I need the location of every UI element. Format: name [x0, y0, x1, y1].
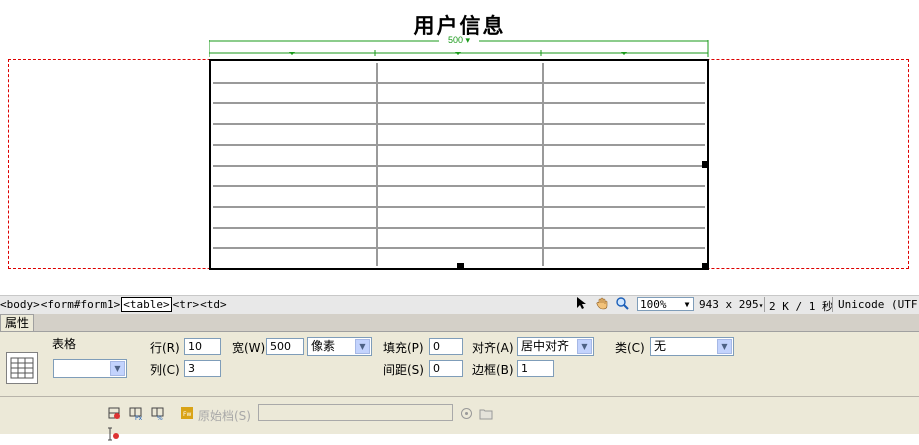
align-label: 对齐(A) [472, 341, 514, 355]
window-size-value: 943 x 295 [699, 298, 759, 311]
object-type-label: 表格 [52, 337, 77, 351]
svg-text:%: % [157, 415, 163, 420]
design-table[interactable] [209, 59, 709, 270]
class-value: 无 [654, 339, 667, 353]
table-column-divider [376, 63, 378, 266]
table-row-divider [213, 165, 705, 167]
table-id-select[interactable]: ▼ [53, 359, 127, 378]
convert-widths-to-pixels-icon[interactable]: Px [129, 406, 143, 422]
width-input[interactable]: 500 [266, 338, 304, 355]
resize-handle-bottom[interactable] [457, 263, 464, 270]
window-size[interactable]: 943 x 295▾ [699, 298, 763, 311]
table-row-divider [213, 102, 705, 104]
border-label: 边框(B) [472, 363, 514, 377]
separator [764, 297, 765, 312]
table-row-divider [213, 123, 705, 125]
class-select[interactable]: 无 ▼ [650, 337, 734, 356]
tag-form[interactable]: <form#form1> [41, 298, 120, 311]
chevron-down-icon: ▼ [684, 300, 690, 309]
svg-text:Fw: Fw [183, 411, 191, 418]
table-row-divider [213, 185, 705, 187]
table-row-divider [213, 247, 705, 249]
padding-label: 填充(P) [383, 341, 424, 355]
design-view[interactable]: 用户信息 500 ▾ [0, 0, 919, 295]
chevron-down-icon: ▼ [110, 361, 125, 376]
status-bar: <body><form#form1> <table> <tr><td> 100% ▼… [0, 295, 919, 314]
chevron-down-icon: ▼ [577, 339, 592, 354]
chevron-down-icon: ▼ [355, 339, 370, 354]
svg-text:Px: Px [135, 415, 143, 420]
properties-body: 表格 ▼ 行(R) 10 列(C) 3 宽(W) 500 像素 ▼ 填充(P) … [0, 331, 919, 441]
separator [832, 297, 833, 312]
border-input[interactable]: 1 [517, 360, 554, 377]
src-label: 原始档(S) [198, 409, 251, 423]
rows-input[interactable]: 10 [184, 338, 221, 355]
resize-handle-corner[interactable] [702, 263, 709, 270]
properties-tab[interactable]: 属性 [0, 314, 34, 332]
width-unit-value: 像素 [311, 339, 336, 353]
fireworks-icon: Fw [180, 407, 194, 421]
spacing-label: 间距(S) [383, 363, 424, 377]
chevron-down-icon: ▾ [758, 301, 764, 310]
padding-input[interactable]: 0 [429, 338, 463, 355]
table-width-value[interactable]: 500 ▾ [441, 35, 477, 45]
table-row-divider [213, 144, 705, 146]
cols-label: 列(C) [150, 363, 180, 377]
properties-panel: 属性 表格 ▼ 行(R) 10 列(C) 3 宽(W) 500 像素 ▼ 填充(… [0, 314, 919, 441]
hand-tool-icon[interactable] [594, 297, 611, 312]
encoding: Unicode (UTF-8) [838, 298, 919, 311]
src-field [258, 404, 453, 421]
folder-icon [479, 407, 493, 421]
chevron-down-icon: ▼ [717, 339, 732, 354]
spacing-input[interactable]: 0 [429, 360, 463, 377]
convert-widths-to-percent-icon[interactable]: % [151, 406, 165, 422]
align-value: 居中对齐 [521, 339, 570, 353]
divider [0, 396, 919, 397]
table-row-divider [213, 82, 705, 84]
table-row-divider [213, 206, 705, 208]
table-column-divider [542, 63, 544, 266]
tag-td[interactable]: <td> [200, 298, 227, 311]
select-tool-icon[interactable] [572, 297, 589, 312]
zoom-value: 100% [640, 298, 667, 311]
clear-row-heights-icon[interactable] [107, 406, 121, 420]
zoom-tool-icon[interactable] [614, 297, 631, 312]
table-row-divider [213, 227, 705, 229]
align-select[interactable]: 居中对齐 ▼ [517, 337, 594, 356]
width-label: 宽(W) [232, 341, 266, 355]
cols-input[interactable]: 3 [184, 360, 221, 377]
rows-label: 行(R) [150, 341, 180, 355]
point-to-file-icon [459, 407, 473, 421]
tag-table[interactable]: <table> [121, 297, 172, 312]
width-unit-select[interactable]: 像素 ▼ [307, 337, 372, 356]
table-width-guide[interactable]: 500 ▾ [209, 33, 709, 61]
tag-selector: <body><form#form1> <table> <tr><td> [0, 297, 228, 312]
doc-size: 2 K / 1 秒 [769, 300, 833, 313]
resize-handle-right[interactable] [702, 161, 709, 168]
zoom-select[interactable]: 100% ▼ [637, 297, 694, 311]
class-label: 类(C) [615, 341, 645, 355]
tag-body[interactable]: <body> [0, 298, 40, 311]
clear-column-widths-icon[interactable] [107, 427, 121, 441]
table-icon [6, 352, 38, 384]
tag-tr[interactable]: <tr> [173, 298, 200, 311]
